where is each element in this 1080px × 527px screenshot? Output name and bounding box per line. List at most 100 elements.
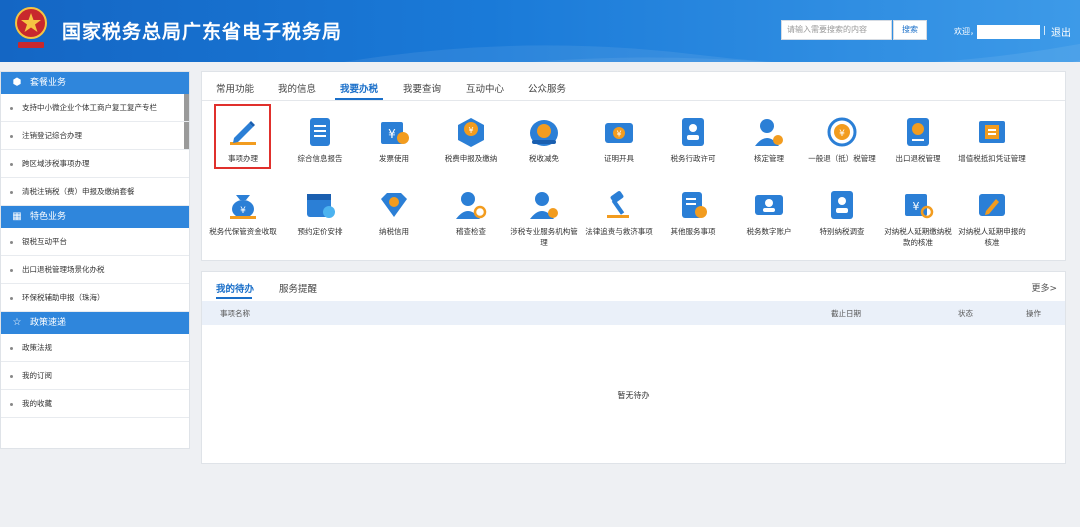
tab-interaction[interactable]: 互动中心 — [466, 81, 504, 95]
tile-label: 特别纳税调查 — [819, 227, 865, 236]
tile-comprehensive-report[interactable]: 综合信息报告 — [283, 116, 357, 164]
tab-tax-handling[interactable]: 我要办税 — [340, 81, 378, 95]
search-input[interactable]: 请输入需要搜索的内容 — [781, 20, 892, 40]
svg-text:¥: ¥ — [388, 127, 396, 141]
bullet-icon — [10, 162, 13, 166]
sidebar-section-package[interactable]: ⬢ 套餐业务 — [1, 72, 189, 94]
sidebar-item-label: 支持中小微企业个体工商户复工复产专栏 — [22, 103, 157, 112]
special-survey-icon — [831, 191, 853, 219]
tile-label: 稽查检查 — [456, 227, 486, 236]
credit-diamond-icon — [381, 193, 407, 217]
tab-common[interactable]: 常用功能 — [216, 81, 254, 95]
tile-legal-remedy[interactable]: 法律追责与救济事项 — [582, 189, 656, 237]
tab-my-todo[interactable]: 我的待办 — [216, 281, 254, 295]
tile-other-services[interactable]: 其他服务事项 — [656, 189, 730, 237]
tile-label: 涉税专业服务机构管理 — [510, 227, 578, 247]
export-refund-icon — [907, 118, 929, 146]
tab-service-reminder[interactable]: 服务提醒 — [279, 281, 317, 295]
tile-certificate[interactable]: ¥ 证明开具 — [582, 116, 656, 164]
deferred-declare-icon — [979, 194, 1005, 216]
sidebar-item[interactable]: 环保税辅助申报（珠海） — [1, 284, 189, 312]
svg-text:¥: ¥ — [839, 129, 845, 139]
tile-assessment[interactable]: 核定管理 — [732, 116, 806, 164]
column-header: 事项名称 — [220, 309, 250, 318]
logout-link[interactable]: 退出 — [1051, 24, 1071, 39]
bullet-icon — [10, 240, 13, 244]
sidebar-item-label: 我的收藏 — [22, 399, 52, 408]
invoice-icon: ¥ — [381, 122, 409, 144]
tile-declare-pay[interactable]: ¥ 税费申报及缴纳 — [434, 116, 508, 164]
tile-export-refund[interactable]: 出口退税管理 — [881, 116, 955, 164]
tab-query[interactable]: 我要查询 — [403, 81, 441, 95]
tile-label: 证明开具 — [604, 154, 634, 163]
svg-text:¥: ¥ — [468, 126, 473, 135]
other-service-icon — [682, 192, 707, 218]
tile-label: 税费申报及缴纳 — [444, 154, 498, 163]
sidebar-section-policy[interactable]: ☆ 政策速递 — [1, 312, 189, 334]
gavel-icon — [607, 191, 629, 218]
sidebar-item[interactable]: 跨区域涉税事项办理 — [1, 150, 189, 178]
tile-special-survey[interactable]: 特别纳税调查 — [805, 189, 879, 237]
tab-my-info[interactable]: 我的信息 — [278, 81, 316, 95]
header-separator: | — [1043, 26, 1047, 36]
tile-tax-credit[interactable]: 纳税信用 — [357, 189, 431, 237]
refund-icon: ¥ — [827, 117, 857, 147]
vat-voucher-icon — [979, 121, 1005, 143]
sidebar-list-package: 支持中小微企业个体工商户复工复产专栏 注销登记综合办理 跨区域涉税事项办理 清税… — [1, 94, 189, 206]
tab-public-service[interactable]: 公众服务 — [528, 81, 566, 95]
tile-label: 其他服务事项 — [670, 227, 716, 236]
tile-inspection[interactable]: 稽查检查 — [434, 189, 508, 237]
sidebar-item-label: 政策法规 — [22, 343, 52, 352]
tile-refund[interactable]: ¥ 一般退（抵）税管理 — [805, 116, 879, 164]
tax-reduction-icon — [530, 120, 558, 146]
user-gear-icon — [755, 119, 783, 146]
tile-label: 核定管理 — [754, 154, 784, 163]
more-link[interactable]: 更多> — [1031, 281, 1057, 294]
sidebar-item[interactable]: 我的收藏 — [1, 390, 189, 418]
sidebar-item[interactable]: 清税注销税（费）申报及缴纳套餐 — [1, 178, 189, 206]
bullet-icon — [10, 296, 13, 300]
bullet-icon — [10, 106, 13, 110]
tile-tax-reduction[interactable]: 税收减免 — [507, 116, 581, 164]
tile-label: 出口退税管理 — [895, 154, 941, 163]
sidebar-item[interactable]: 注销登记综合办理 — [1, 122, 189, 150]
tile-deferred-declare[interactable]: 对纳税人延期申报的核准 — [955, 189, 1029, 248]
tile-deferred-payment[interactable]: ¥ 对纳税人延期缴纳税款的核准 — [881, 189, 955, 248]
sidebar-item[interactable]: 我的订阅 — [1, 362, 189, 390]
column-header: 状态 — [958, 309, 973, 318]
tile-digital-account[interactable]: 税务数字账户 — [732, 189, 806, 237]
service-panel: 常用功能 我的信息 我要办税 我要查询 互动中心 公众服务 事项办理 综合信息报… — [201, 71, 1066, 261]
tile-admin-license[interactable]: 税务行政许可 — [656, 116, 730, 164]
tile-label: 一般退（抵）税管理 — [808, 154, 876, 163]
sidebar-item[interactable]: 支持中小微企业个体工商户复工复产专栏 — [1, 94, 189, 122]
tile-fund-custody[interactable]: ¥ 税务代保管资金收取 — [206, 189, 280, 237]
tile-label: 预约定价安排 — [297, 227, 343, 236]
cube-icon: ⬢ — [12, 77, 22, 88]
tab-bar: 常用功能 我的信息 我要办税 我要查询 互动中心 公众服务 — [202, 72, 1065, 101]
sidebar-item-label: 我的订阅 — [22, 371, 52, 380]
tile-invoice-use[interactable]: ¥ 发票使用 — [357, 116, 431, 164]
sidebar-item[interactable]: 出口退税管理场景化办税 — [1, 256, 189, 284]
tile-agency-management[interactable]: 涉税专业服务机构管理 — [507, 189, 581, 248]
tile-item-handling[interactable]: 事项办理 — [206, 116, 280, 164]
bullet-icon — [10, 190, 13, 194]
bullet-icon — [10, 402, 13, 406]
top-header: 国家税务总局广东省电子税务局 请输入需要搜索的内容 搜索 欢迎， | 退出 — [0, 0, 1080, 62]
tile-label: 税收减免 — [529, 154, 559, 163]
agency-icon — [530, 192, 558, 219]
tile-vat-voucher[interactable]: 增值税抵扣凭证管理 — [955, 116, 1029, 164]
sidebar-section-feature[interactable]: ▦ 特色业务 — [1, 206, 189, 228]
sidebar-section-title: 政策速递 — [30, 318, 67, 328]
todo-panel: 我的待办 服务提醒 更多> 事项名称 截止日期 状态 操作 暂无待办 — [201, 271, 1066, 464]
welcome-text: 欢迎， — [954, 27, 978, 36]
inspect-icon — [456, 192, 487, 219]
sidebar-item-label: 注销登记综合办理 — [22, 131, 82, 140]
tile-pricing-arrangement[interactable]: 预约定价安排 — [283, 189, 357, 237]
bullet-icon — [10, 268, 13, 272]
sidebar-item[interactable]: 银税互动平台 — [1, 228, 189, 256]
sidebar-item-label: 银税互动平台 — [22, 237, 67, 246]
search-button[interactable]: 搜索 — [893, 20, 927, 40]
sidebar-item-label: 跨区域涉税事项办理 — [22, 159, 90, 168]
star-icon: ☆ — [12, 317, 22, 328]
sidebar-item[interactable]: 政策法规 — [1, 334, 189, 362]
